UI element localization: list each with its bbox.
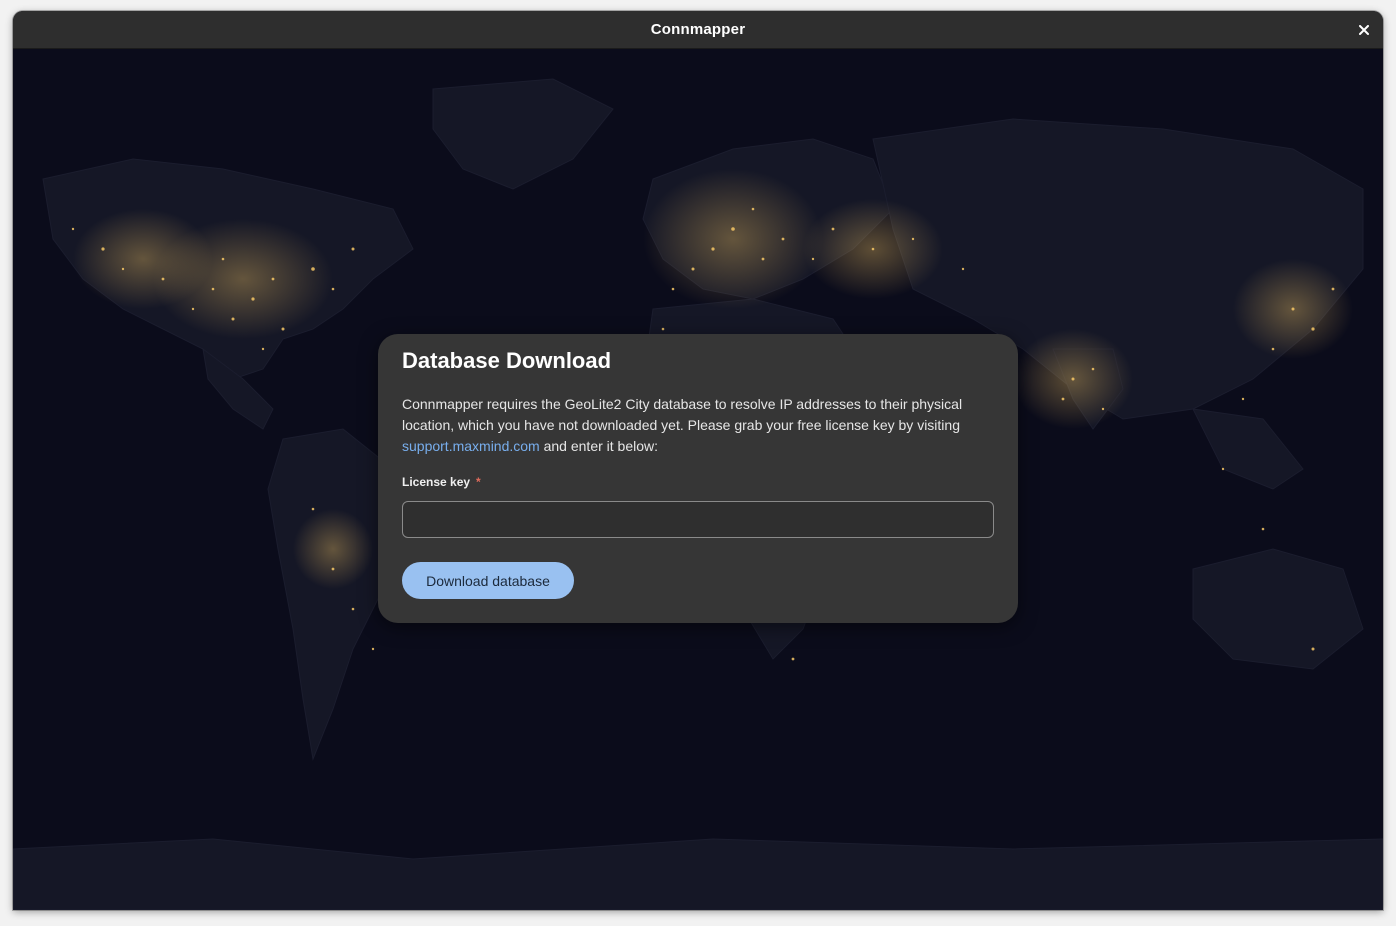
close-button[interactable] — [1353, 19, 1375, 41]
download-database-button[interactable]: Download database — [402, 562, 574, 599]
app-window: Connmapper Database Download Connmapper … — [13, 11, 1383, 910]
dialog-title: Database Download — [402, 348, 612, 373]
database-download-dialog: Database Download Connmapper requires th… — [378, 334, 1018, 623]
license-key-input[interactable] — [402, 501, 994, 538]
dialog-description: Connmapper requires the GeoLite2 City da… — [402, 394, 982, 457]
required-indicator: * — [476, 475, 481, 489]
license-key-label: License key * — [402, 475, 481, 489]
close-icon — [1359, 25, 1369, 35]
license-key-label-text: License key — [402, 475, 471, 489]
window-title: Connmapper — [650, 21, 746, 38]
description-text-end: and enter it below: — [539, 438, 659, 454]
maxmind-support-link[interactable]: support.maxmind.com — [402, 438, 540, 454]
description-text: Connmapper requires the GeoLite2 City da… — [402, 396, 963, 433]
world-map[interactable]: Database Download Connmapper requires th… — [13, 49, 1383, 910]
title-bar[interactable]: Connmapper — [13, 11, 1383, 49]
